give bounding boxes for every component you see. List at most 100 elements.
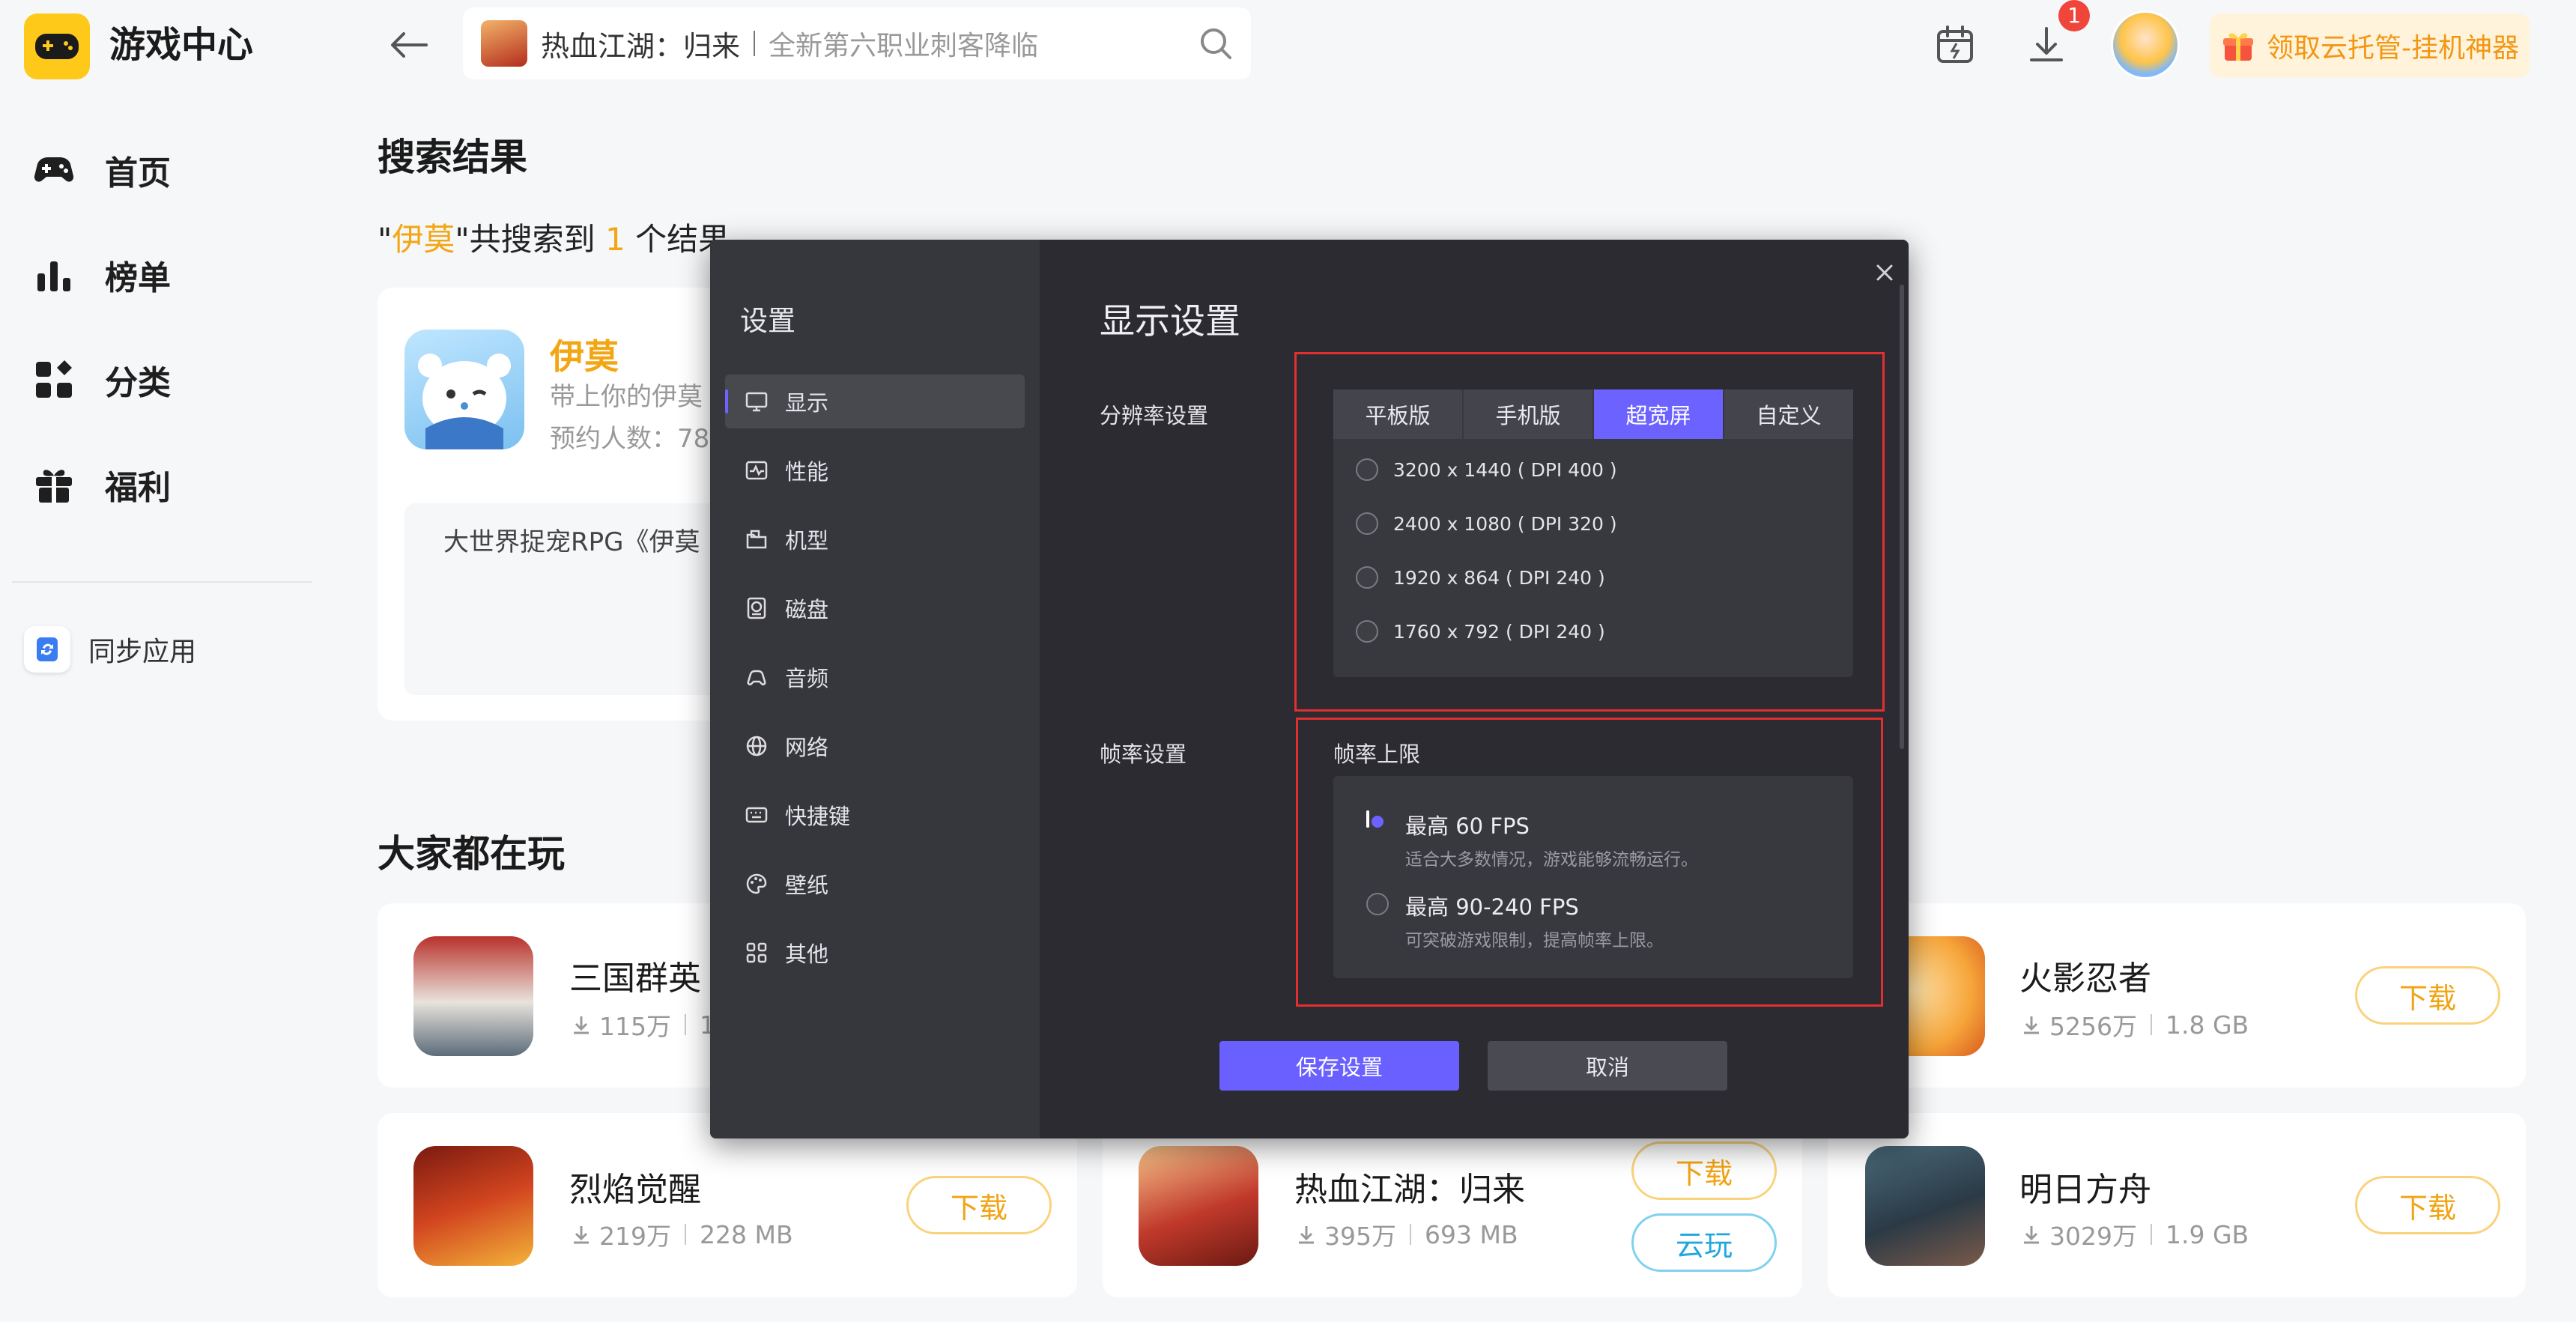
settings-menu-hotkeys[interactable]: 快捷键 [725, 788, 1025, 842]
download-manager-button[interactable] [2022, 21, 2070, 69]
settings-sidebar-title: 设置 [740, 305, 795, 337]
monitor-icon [745, 392, 768, 412]
lieyan-game-icon[interactable] [413, 1146, 533, 1266]
settings-menu-wallpaper[interactable]: 壁纸 [725, 857, 1025, 911]
search-query: 伊莫 [392, 221, 455, 258]
sidebar-divider [12, 581, 312, 583]
close-button[interactable] [1870, 258, 1900, 288]
game-meta: 115万 1 [571, 1007, 715, 1043]
settings-menu-device-model[interactable]: 机型 [725, 512, 1025, 566]
radio-button-selected[interactable] [1366, 810, 1369, 828]
calendar-icon [1937, 25, 1973, 63]
tab-ultrawide[interactable]: 超宽屏 [1594, 389, 1723, 439]
download-small-icon [574, 1016, 589, 1034]
category-icon [36, 360, 72, 398]
settings-scrollbar[interactable] [1900, 285, 1904, 749]
rexue-game-icon[interactable] [1139, 1146, 1258, 1266]
resolution-option[interactable]: 2400 x 1080 ( DPI 320 ) [1356, 512, 1617, 535]
game-meta: 5256万 1.8 GB [2021, 1007, 2249, 1043]
result-game-name[interactable]: 伊莫 [550, 330, 619, 379]
disk-icon [747, 597, 766, 619]
radio-button[interactable] [1356, 566, 1378, 589]
sidebar-item-category[interactable]: 分类 [30, 339, 315, 421]
fps-cap-label: 帧率上限 [1333, 742, 1421, 767]
yimo-game-icon[interactable] [404, 330, 524, 449]
sidebar: 游戏中心 首页 榜单 分类 福利 同步应用 [0, 0, 330, 1322]
tab-custom[interactable]: 自定义 [1724, 389, 1853, 439]
result-count: 1 [605, 221, 625, 258]
result-intro-text: 大世界捉宠RPG《伊莫 [443, 527, 700, 557]
settings-menu-performance[interactable]: 性能 [725, 443, 1025, 497]
radio-button[interactable] [1356, 512, 1378, 535]
sync-icon [24, 626, 70, 673]
search-game-title: 热血江湖：归来 [541, 29, 741, 63]
sync-app-label: 同步应用 [88, 637, 197, 667]
radio-button[interactable] [1366, 893, 1389, 915]
game-name[interactable]: 火影忍者 [2019, 951, 2151, 999]
game-name[interactable]: 烈焰觉醒 [569, 1162, 701, 1210]
game-meta: 395万 693 MB [1296, 1216, 1518, 1252]
arknights-game-icon[interactable] [1865, 1146, 1985, 1266]
fps-option-60[interactable]: 最高 60 FPS 适合大多数情况，游戏能够流畅运行。 [1366, 809, 1831, 870]
resolution-label: 分辨率设置 [1100, 403, 1209, 428]
settings-menu-other[interactable]: 其他 [725, 926, 1025, 980]
download-icon [2030, 27, 2063, 61]
sidebar-item-label: 分类 [105, 364, 171, 402]
cancel-button[interactable]: 取消 [1488, 1041, 1727, 1091]
cloud-hosting-label: 领取云托管-挂机神器 [2267, 33, 2519, 64]
game-name[interactable]: 三国群英 [569, 951, 701, 999]
sidebar-item-welfare[interactable]: 福利 [30, 443, 315, 526]
resolution-option[interactable]: 3200 x 1440 ( DPI 400 ) [1356, 458, 1617, 481]
save-settings-button[interactable]: 保存设置 [1219, 1041, 1459, 1091]
popular-title: 大家都在玩 [378, 832, 565, 876]
download-button[interactable]: 下载 [906, 1176, 1052, 1234]
sidebar-item-ranking[interactable]: 榜单 [30, 234, 315, 316]
resolution-option[interactable]: 1920 x 864 ( DPI 240 ) [1356, 566, 1605, 589]
download-small-icon [2024, 1016, 2039, 1034]
game-name[interactable]: 热血江湖：归来 [1294, 1162, 1525, 1210]
radio-button[interactable] [1356, 620, 1378, 643]
sanguo-game-icon[interactable] [413, 936, 533, 1056]
radio-button[interactable] [1356, 458, 1378, 481]
download-count-badge: 1 [2058, 0, 2090, 31]
game-meta: 219万 228 MB [571, 1216, 793, 1252]
download-button[interactable]: 下载 [2355, 966, 2500, 1025]
device-model-icon [746, 530, 767, 549]
settings-menu-display[interactable]: 显示 [725, 375, 1025, 428]
back-button[interactable] [382, 16, 434, 73]
sidebar-item-label: 首页 [105, 154, 171, 192]
gift-box-icon [2223, 33, 2253, 61]
search-bar[interactable]: 热血江湖：归来 全新第六职业刺客降临 [463, 7, 1251, 79]
download-small-icon [574, 1226, 589, 1244]
display-settings-title: 显示设置 [1100, 301, 1240, 342]
app-logo-icon [24, 13, 90, 79]
download-button[interactable]: 下载 [2355, 1176, 2500, 1234]
download-button[interactable]: 下载 [1631, 1141, 1777, 1200]
search-separator [754, 31, 756, 56]
settings-menu-network[interactable]: 网络 [725, 719, 1025, 773]
download-small-icon [2024, 1226, 2039, 1244]
grid-icon [746, 942, 767, 963]
resolution-option[interactable]: 1760 x 792 ( DPI 240 ) [1356, 620, 1605, 643]
gift-icon [36, 470, 72, 503]
avatar[interactable] [2111, 10, 2180, 79]
tab-tablet[interactable]: 平板版 [1333, 389, 1462, 439]
keyboard-icon [745, 807, 768, 823]
cloud-hosting-button[interactable]: 领取云托管-挂机神器 [2210, 13, 2530, 78]
game-meta: 3029万 1.9 GB [2021, 1216, 2249, 1252]
tab-phone[interactable]: 手机版 [1464, 389, 1592, 439]
search-icon[interactable] [1198, 26, 1233, 61]
game-name[interactable]: 明日方舟 [2019, 1162, 2151, 1210]
sidebar-item-label: 榜单 [105, 259, 171, 297]
sync-app-button[interactable]: 同步应用 [24, 626, 196, 673]
sidebar-item-home[interactable]: 首页 [30, 129, 315, 211]
calendar-button[interactable] [1931, 21, 1979, 69]
search-hint: 全新第六职业刺客降临 [769, 31, 1039, 61]
arrow-left-icon [391, 32, 428, 58]
settings-menu-audio[interactable]: 音频 [725, 650, 1025, 704]
cloud-play-button[interactable]: 云玩 [1631, 1213, 1777, 1272]
audio-icon [747, 670, 766, 686]
download-small-icon [1299, 1226, 1314, 1244]
sidebar-item-label: 福利 [105, 469, 171, 507]
settings-menu-disk[interactable]: 磁盘 [725, 581, 1025, 635]
